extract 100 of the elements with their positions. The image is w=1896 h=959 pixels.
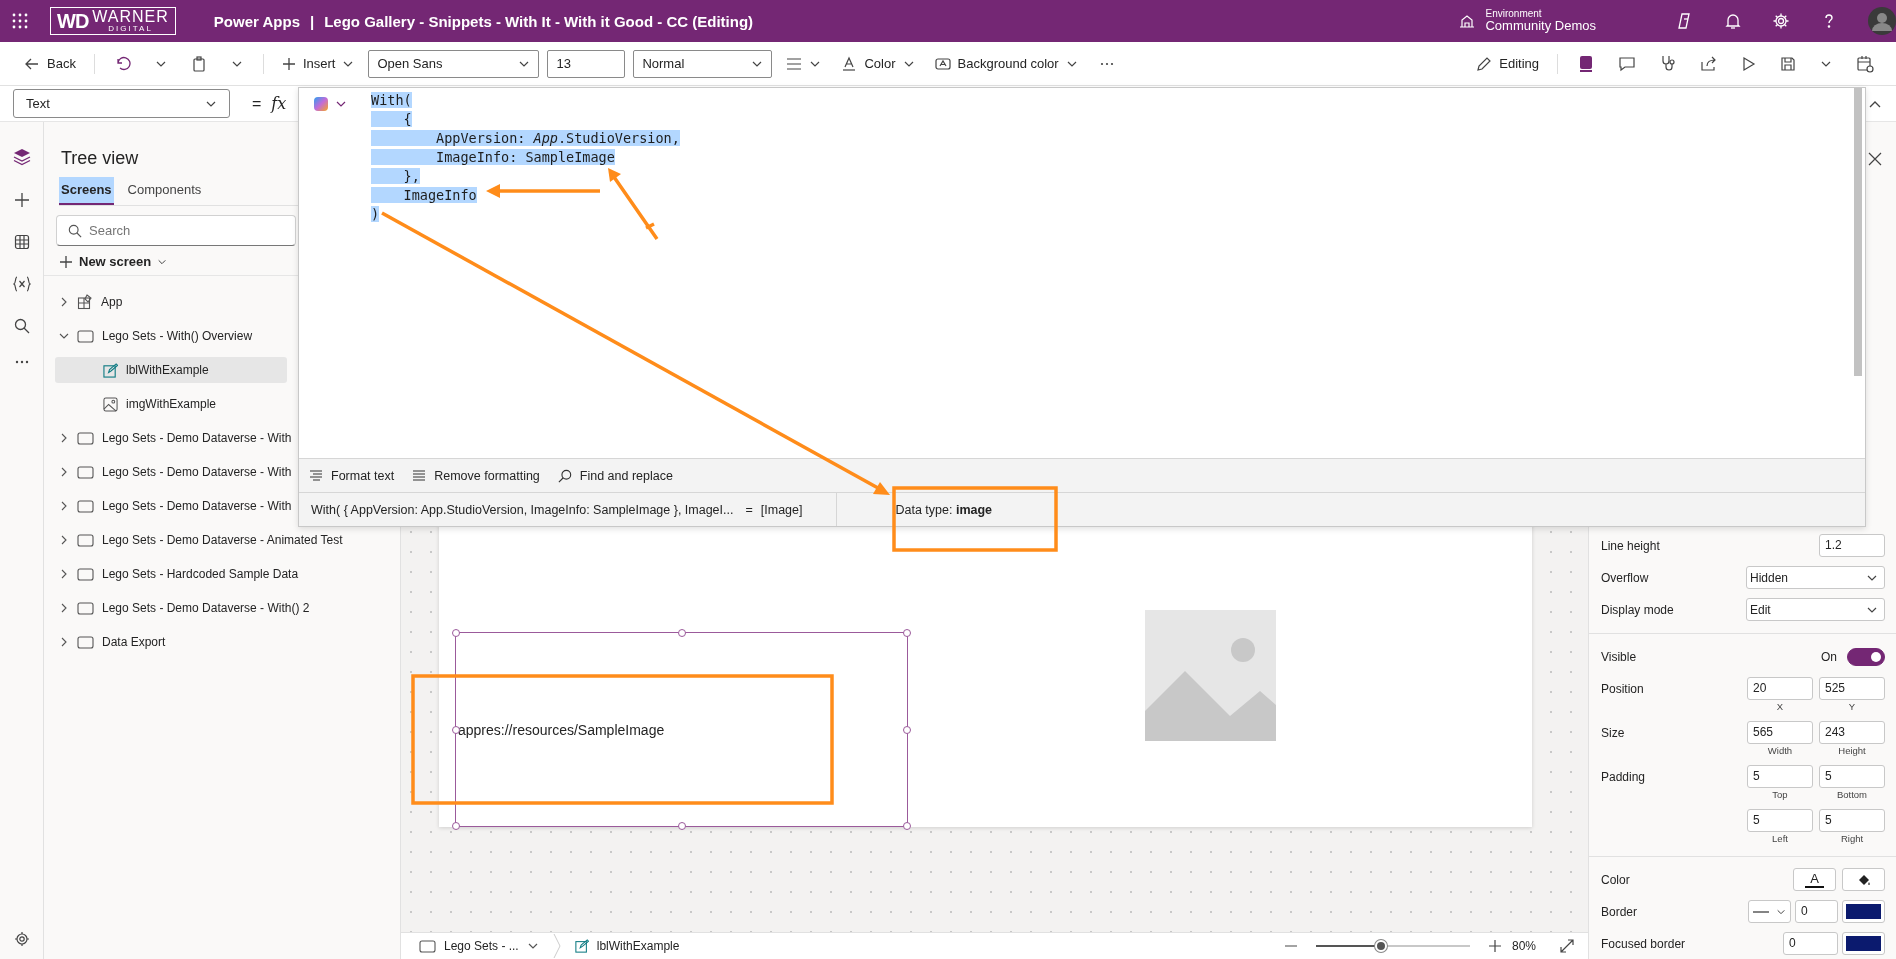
field-caption: X	[1776, 700, 1784, 714]
tree-item[interactable]: Lego Sets - Demo Dataverse - Animated Test	[55, 527, 345, 553]
chevron-icon[interactable]	[59, 501, 69, 511]
editor-tool-button[interactable]: Remove formatting	[408, 464, 544, 487]
table-icon[interactable]	[13, 234, 30, 250]
screen-icon	[419, 939, 436, 953]
tree-item[interactable]: App	[55, 289, 287, 315]
number-field[interactable]: 243	[1819, 721, 1885, 744]
more-options-icon[interactable]	[1099, 61, 1114, 66]
chevron-icon[interactable]	[59, 331, 69, 341]
tree-item[interactable]: lblWithExample	[55, 357, 287, 383]
tree-item[interactable]: imgWithExample	[55, 391, 287, 417]
notification-bell-icon[interactable]	[1724, 12, 1742, 30]
back-button[interactable]: Back	[18, 49, 82, 78]
insert-button[interactable]: Insert	[275, 50, 361, 77]
font-weight-dropdown[interactable]: Normal	[633, 49, 773, 78]
environment-icon[interactable]	[1459, 13, 1476, 29]
zoom-in-icon[interactable]	[1487, 939, 1502, 953]
resize-handle[interactable]	[903, 629, 911, 637]
number-field[interactable]: 525	[1819, 677, 1885, 700]
chevron-icon[interactable]	[59, 569, 69, 579]
resize-handle[interactable]	[903, 725, 911, 734]
tree-item[interactable]: Lego Sets - Hardcoded Sample Data	[55, 561, 301, 587]
property-dropdown[interactable]: Text	[13, 89, 230, 118]
background-color-button[interactable]: Background color	[928, 49, 1084, 78]
share-icon[interactable]	[1700, 55, 1718, 72]
slider-thumb[interactable]	[1374, 940, 1387, 952]
number-field[interactable]: 0	[1795, 900, 1838, 923]
screen-selector[interactable]: Lego Sets - ...	[415, 937, 543, 955]
screen-icon	[77, 499, 94, 513]
tree-item[interactable]: Data Export	[55, 629, 287, 655]
editor-tool-button[interactable]: Find and replace	[553, 464, 677, 487]
clipboard-icon[interactable]	[190, 55, 207, 72]
undo-icon[interactable]	[114, 55, 131, 72]
tree-item[interactable]: Lego Sets - Demo Dataverse - With() 2	[55, 595, 312, 621]
chevron-icon[interactable]	[59, 297, 69, 307]
chevron-icon[interactable]	[59, 603, 69, 613]
edit-label-icon	[574, 939, 589, 953]
toggle-switch[interactable]	[1847, 648, 1885, 666]
color-button[interactable]: Color	[835, 49, 921, 78]
play-icon[interactable]	[1742, 55, 1756, 72]
text-color-button[interactable]: A	[1793, 868, 1836, 891]
scrollbar[interactable]	[1854, 88, 1862, 376]
new-screen-button[interactable]: New screen	[56, 248, 168, 275]
resize-handle[interactable]	[452, 725, 460, 734]
layers-icon[interactable]	[12, 148, 31, 166]
tab[interactable]: Screens	[59, 177, 114, 205]
data-type-text: Data type: image	[895, 502, 993, 517]
font-dropdown[interactable]: Open Sans	[368, 49, 540, 78]
search-field[interactable]: Search	[56, 215, 296, 246]
control-breadcrumb[interactable]: lblWithExample	[570, 937, 684, 955]
number-field[interactable]: 0	[1783, 932, 1838, 955]
field-caption: Left	[1772, 832, 1788, 846]
chevron-icon[interactable]	[59, 467, 69, 477]
variables-icon[interactable]	[12, 276, 31, 292]
text-label[interactable]: appres://resources/SampleImage	[455, 632, 908, 827]
tree-item[interactable]: Lego Sets - With() Overview	[55, 323, 287, 349]
tree-item[interactable]: Lego Sets - Demo Dataverse - With	[55, 493, 294, 519]
chevron-icon[interactable]	[59, 637, 69, 647]
comment-icon[interactable]	[1618, 55, 1636, 72]
dropdown[interactable]: Edit	[1746, 598, 1885, 621]
number-field[interactable]: 1.2	[1819, 534, 1885, 557]
resize-handle[interactable]	[452, 822, 460, 830]
number-field[interactable]: 5	[1747, 809, 1813, 832]
align-icon	[786, 56, 803, 71]
number-field[interactable]: 5	[1819, 765, 1885, 788]
book-icon[interactable]	[1578, 54, 1594, 73]
resize-handle[interactable]	[677, 629, 686, 637]
stethoscope-icon[interactable]	[1660, 54, 1676, 73]
font-size-field[interactable]: 13	[547, 49, 626, 78]
number-field[interactable]: 5	[1747, 765, 1813, 788]
tree-item[interactable]: Lego Sets - Demo Dataverse - With	[55, 425, 294, 451]
app-launcher-icon[interactable]	[12, 13, 28, 29]
resize-handle[interactable]	[452, 629, 460, 637]
function-label: fx	[271, 94, 287, 113]
resize-handle[interactable]	[677, 822, 686, 830]
fill-color-button[interactable]	[1842, 868, 1885, 891]
dropdown[interactable]: Hidden	[1746, 566, 1885, 589]
border-style-dropdown[interactable]	[1748, 900, 1791, 923]
chevron-icon[interactable]	[59, 535, 69, 545]
search-icon[interactable]	[13, 318, 30, 334]
more-options-icon[interactable]	[14, 360, 29, 364]
save-icon[interactable]	[1780, 55, 1796, 72]
chevron-icon[interactable]	[59, 433, 69, 443]
editing-button[interactable]: Editing	[1470, 49, 1545, 78]
screen-icon	[77, 533, 94, 547]
close-icon[interactable]	[1868, 152, 1882, 166]
tree-item[interactable]: Lego Sets - Demo Dataverse - With	[55, 459, 294, 485]
avatar[interactable]	[1868, 7, 1896, 35]
resize-handle[interactable]	[903, 822, 911, 830]
formula-result: With( { AppVersion: App.StudioVersion, ImageInfo: SampleImage }, ImageI...	[311, 502, 734, 517]
expand-icon[interactable]	[1560, 939, 1574, 953]
environment-name[interactable]: Community Demos	[1485, 19, 1596, 34]
number-field[interactable]: 5	[1819, 809, 1885, 832]
plus-icon[interactable]	[13, 192, 30, 208]
editor-tool-button[interactable]: Format text	[305, 464, 399, 487]
number-field[interactable]: 20	[1747, 677, 1813, 700]
tab[interactable]: Components	[125, 177, 204, 205]
number-field[interactable]: 565	[1747, 721, 1813, 744]
text-color-icon	[841, 55, 858, 72]
